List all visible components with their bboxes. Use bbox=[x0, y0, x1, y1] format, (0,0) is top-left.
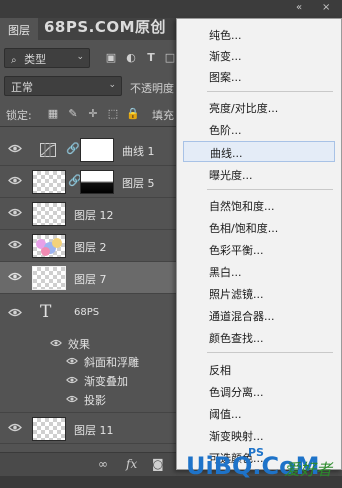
eye-icon[interactable] bbox=[50, 339, 62, 347]
search-icon: ⌕ bbox=[11, 55, 17, 66]
site-logo: UiBQ.CoM PS 爱好者 bbox=[186, 446, 336, 482]
menu-item-black-white[interactable]: 黑白... bbox=[183, 261, 335, 282]
menu-item-levels[interactable]: 色阶... bbox=[183, 119, 335, 140]
text-layer-icon: T bbox=[40, 302, 52, 322]
curves-adjustment-icon bbox=[40, 143, 56, 157]
adjustment-layer-menu: 纯色... 渐变... 图案... 亮度/对比度... 色阶... 曲线... … bbox=[176, 18, 342, 470]
lock-all-icon[interactable]: 🔒 bbox=[126, 107, 140, 121]
lock-transparent-icon[interactable]: ▦ bbox=[46, 107, 60, 121]
menu-item-posterize[interactable]: 色调分离... bbox=[183, 381, 335, 402]
link-icon[interactable]: ∞ bbox=[98, 457, 108, 471]
site-logo-ps: PS bbox=[248, 446, 264, 459]
layer-name: 图层 7 bbox=[74, 273, 107, 286]
close-icon[interactable]: × bbox=[322, 2, 330, 13]
eye-icon[interactable] bbox=[66, 376, 78, 384]
lock-artboard-icon[interactable]: ⬚ bbox=[106, 107, 120, 121]
pixel-filter-icon[interactable]: ▣ bbox=[104, 51, 118, 65]
collapse-icon[interactable]: « bbox=[296, 2, 302, 13]
layer-name: 图层 11 bbox=[74, 424, 114, 437]
lock-paint-brush-icon[interactable]: ✎ bbox=[66, 107, 80, 121]
lock-move-icon[interactable]: ✛ bbox=[86, 107, 100, 121]
menu-separator bbox=[207, 189, 333, 190]
layer-name: 68PS bbox=[74, 307, 100, 318]
kind-filter-value: 类型 bbox=[24, 53, 47, 66]
eye-icon[interactable] bbox=[8, 423, 22, 432]
opacity-label: 不透明度 bbox=[130, 82, 174, 95]
layer-mask-thumbnail[interactable] bbox=[80, 170, 114, 194]
add-mask-icon[interactable]: ◙ bbox=[152, 457, 164, 471]
colorful-blob bbox=[41, 247, 50, 256]
menu-item-channel-mixer[interactable]: 通道混合器... bbox=[183, 305, 335, 326]
eye-icon[interactable] bbox=[8, 176, 22, 185]
eye-icon[interactable] bbox=[66, 357, 78, 365]
menu-item-color-lookup[interactable]: 颜色查找... bbox=[183, 327, 335, 348]
tab-layers[interactable]: 图层 bbox=[0, 18, 38, 40]
menu-item-pattern[interactable]: 图案... bbox=[183, 66, 335, 87]
menu-item-invert[interactable]: 反相 bbox=[183, 359, 335, 380]
menu-item-photo-filter[interactable]: 照片滤镜... bbox=[183, 283, 335, 304]
type-filter-icon[interactable]: T bbox=[144, 51, 158, 65]
menu-separator bbox=[207, 352, 333, 353]
menu-separator bbox=[207, 91, 333, 92]
effect-name: 渐变叠加 bbox=[84, 375, 128, 388]
eye-icon[interactable] bbox=[8, 272, 22, 281]
menu-item-gradient-map[interactable]: 渐变映射... bbox=[183, 425, 335, 446]
effect-name: 斜面和浮雕 bbox=[84, 356, 139, 369]
fill-label: 填充 bbox=[152, 109, 174, 122]
site-logo-chinese: 爱好者 bbox=[284, 460, 333, 479]
menu-item-vibrance[interactable]: 自然饱和度... bbox=[183, 195, 335, 216]
menu-item-brightness-contrast[interactable]: 亮度/对比度... bbox=[183, 97, 335, 118]
layer-thumbnail[interactable] bbox=[32, 417, 66, 441]
eye-icon[interactable] bbox=[8, 308, 22, 317]
eye-icon[interactable] bbox=[8, 208, 22, 217]
layer-thumbnail[interactable] bbox=[32, 170, 66, 194]
menu-item-curves[interactable]: 曲线... bbox=[183, 141, 335, 162]
menu-item-exposure[interactable]: 曝光度... bbox=[183, 164, 335, 185]
effect-name: 投影 bbox=[84, 394, 106, 407]
layer-thumbnail[interactable] bbox=[32, 266, 66, 290]
eye-icon[interactable] bbox=[66, 395, 78, 403]
layer-kind-filter[interactable]: ⌕ 类型 ⌄ bbox=[4, 48, 90, 68]
blend-mode-select[interactable]: 正常 ⌄ bbox=[4, 76, 122, 96]
layer-name: 图层 5 bbox=[122, 177, 155, 190]
eye-icon[interactable] bbox=[8, 144, 22, 153]
layer-thumbnail[interactable] bbox=[32, 202, 66, 226]
fx-button[interactable]: fx bbox=[126, 457, 137, 471]
menu-item-hue-saturation[interactable]: 色相/饱和度... bbox=[183, 217, 335, 238]
lock-label: 锁定: bbox=[6, 109, 32, 122]
layer-mask-thumbnail[interactable] bbox=[80, 138, 114, 162]
layer-thumbnail[interactable] bbox=[32, 234, 66, 258]
blend-mode-value: 正常 bbox=[11, 81, 33, 94]
menu-item-threshold[interactable]: 阈值... bbox=[183, 403, 335, 424]
mask-link-icon[interactable]: 🔗 bbox=[66, 142, 80, 155]
colorful-blob bbox=[52, 238, 62, 248]
menu-item-color-balance[interactable]: 色彩平衡... bbox=[183, 239, 335, 260]
chevron-down-icon: ⌄ bbox=[108, 80, 116, 90]
chevron-down-icon: ⌄ bbox=[76, 52, 84, 62]
adjustment-filter-icon[interactable]: ◐ bbox=[124, 51, 138, 65]
layer-name: 图层 12 bbox=[74, 209, 114, 222]
effects-header: 效果 bbox=[68, 338, 90, 351]
menu-item-solid-color[interactable]: 纯色... bbox=[183, 24, 335, 45]
menu-item-gradient[interactable]: 渐变... bbox=[183, 45, 335, 66]
eye-icon[interactable] bbox=[8, 240, 22, 249]
layer-name: 曲线 1 bbox=[122, 145, 155, 158]
watermark-text: 68PS.COM原创 bbox=[44, 18, 167, 36]
shape-filter-icon[interactable]: □ bbox=[163, 51, 177, 65]
layer-name: 图层 2 bbox=[74, 241, 107, 254]
